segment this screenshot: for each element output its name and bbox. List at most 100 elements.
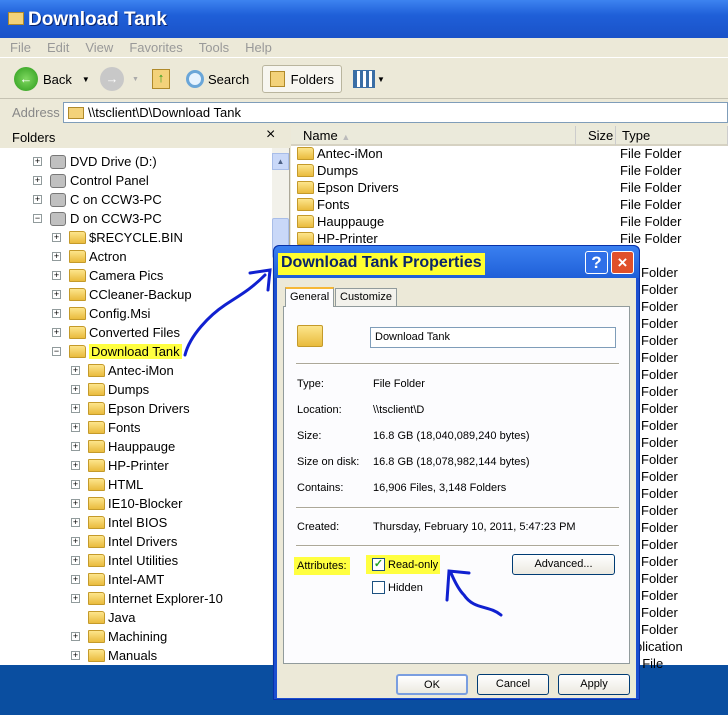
expand-icon[interactable]: + <box>52 290 61 299</box>
ok-button[interactable]: OK <box>396 674 468 695</box>
tree-item[interactable]: + Intel BIOS <box>71 513 167 532</box>
list-item[interactable]: Fonts File Folder <box>291 197 728 214</box>
expand-icon[interactable]: + <box>71 404 80 413</box>
expand-icon[interactable]: + <box>71 461 80 470</box>
back-button[interactable]: ← Back ▼ <box>14 65 90 93</box>
tree-item[interactable]: + Machining <box>71 627 167 646</box>
tree-item[interactable]: + Control Panel <box>33 171 149 190</box>
menu-help[interactable]: Help <box>235 38 278 55</box>
close-pane-icon[interactable]: × <box>266 126 275 144</box>
expand-icon[interactable]: + <box>71 575 80 584</box>
list-item[interactable]: Dumps File Folder <box>291 163 728 180</box>
list-item[interactable]: Epson Drivers File Folder <box>291 180 728 197</box>
tab-customize[interactable]: Customize <box>335 288 397 306</box>
menu-file[interactable]: File <box>0 38 37 55</box>
tree-item[interactable]: + Intel-AMT <box>71 570 164 589</box>
tree-item[interactable]: + Dumps <box>71 380 149 399</box>
expand-icon[interactable]: + <box>52 271 61 280</box>
column-name-label: Name <box>303 128 338 143</box>
expand-icon[interactable]: + <box>71 518 80 527</box>
hidden-label[interactable]: Hidden <box>388 582 423 594</box>
menu-favorites[interactable]: Favorites <box>119 38 188 55</box>
expand-icon[interactable]: + <box>71 366 80 375</box>
collapse-icon[interactable]: − <box>33 214 42 223</box>
address-input[interactable]: \\tsclient\D\Download Tank <box>63 102 728 123</box>
column-type[interactable]: Type <box>616 126 728 146</box>
tree-item[interactable]: + Fonts <box>71 418 141 437</box>
tree-item[interactable]: + Converted Files <box>52 323 180 342</box>
tree-item[interactable]: + DVD Drive (D:) <box>33 152 157 171</box>
expand-icon[interactable]: + <box>71 651 80 660</box>
expand-icon[interactable]: + <box>33 157 42 166</box>
expand-icon[interactable]: + <box>33 195 42 204</box>
menu-edit[interactable]: Edit <box>37 38 75 55</box>
tree-item[interactable]: + Intel Utilities <box>71 551 178 570</box>
expand-icon[interactable]: + <box>71 423 80 432</box>
tree-item[interactable]: + $RECYCLE.BIN <box>52 228 183 247</box>
list-item-name: Epson Drivers <box>297 180 399 195</box>
readonly-checkbox[interactable]: ✓ <box>372 558 385 571</box>
collapse-icon[interactable]: − <box>52 347 61 356</box>
expand-icon[interactable]: + <box>71 480 80 489</box>
column-name[interactable]: Name ▲ <box>291 126 576 146</box>
advanced-button[interactable]: Advanced... <box>512 554 615 575</box>
tree-item[interactable]: + Hauppauge <box>71 437 175 456</box>
tree-item[interactable]: + Actron <box>52 247 127 266</box>
help-button[interactable]: ? <box>585 251 608 274</box>
expand-icon[interactable]: + <box>71 594 80 603</box>
tab-general[interactable]: General <box>285 287 335 307</box>
expand-icon[interactable]: + <box>71 385 80 394</box>
tree-item[interactable]: + HTML <box>71 475 143 494</box>
forward-button[interactable]: → ▼ <box>100 65 139 93</box>
search-button[interactable]: Search <box>186 65 249 93</box>
tree-item[interactable]: + Manuals <box>71 646 157 665</box>
expand-icon[interactable]: + <box>52 252 61 261</box>
item-name: Hauppauge <box>317 214 385 229</box>
tree-item[interactable]: + Antec-iMon <box>71 361 174 380</box>
expand-icon[interactable]: + <box>71 537 80 546</box>
tree-item[interactable]: + Config.Msi <box>52 304 150 323</box>
up-folder-icon: ↑ <box>152 69 170 89</box>
tree-item[interactable]: + Intel Drivers <box>71 532 177 551</box>
tree-item-label: HTML <box>108 477 144 492</box>
tree-item[interactable]: + C on CCW3-PC <box>33 190 162 209</box>
tree-item[interactable]: + Camera Pics <box>52 266 163 285</box>
expand-icon[interactable]: + <box>52 233 61 242</box>
views-button[interactable]: ▼ <box>353 65 385 93</box>
expand-icon[interactable]: + <box>71 632 80 641</box>
menu-tools[interactable]: Tools <box>189 38 235 55</box>
tree-item[interactable]: − Download Tank <box>52 342 182 361</box>
menu-view[interactable]: View <box>75 38 119 55</box>
expand-icon[interactable]: + <box>71 442 80 451</box>
forward-dropdown-icon[interactable]: ▼ <box>132 76 139 83</box>
cancel-button[interactable]: Cancel <box>477 674 549 695</box>
scroll-up-button[interactable]: ▲ <box>272 153 289 170</box>
folders-button[interactable]: Folders <box>262 65 342 93</box>
close-button[interactable]: × <box>611 251 634 274</box>
tree-item[interactable]: + Internet Explorer-10 <box>71 589 223 608</box>
folder-icon <box>297 181 314 194</box>
tree-item[interactable]: + HP-Printer <box>71 456 169 475</box>
apply-button[interactable]: Apply <box>558 674 630 695</box>
up-folder-button[interactable]: ↑ <box>152 65 170 93</box>
list-item[interactable]: Antec-iMon File Folder <box>291 146 728 163</box>
expand-icon[interactable]: + <box>71 556 80 565</box>
expand-icon[interactable]: + <box>52 328 61 337</box>
expand-icon[interactable]: + <box>71 499 80 508</box>
separator <box>296 507 619 509</box>
folder-name-input[interactable]: Download Tank <box>370 327 616 348</box>
tree-item[interactable]: + IE10-Blocker <box>71 494 182 513</box>
column-size[interactable]: Size <box>576 126 616 146</box>
tree-item[interactable]: + Epson Drivers <box>71 399 190 418</box>
tree-item[interactable]: − D on CCW3-PC <box>33 209 162 228</box>
hidden-checkbox[interactable] <box>372 581 385 594</box>
expand-icon[interactable]: + <box>52 309 61 318</box>
tree-item-label: Download Tank <box>89 344 182 359</box>
back-dropdown-icon[interactable]: ▼ <box>82 75 90 84</box>
tree-item[interactable]: Java <box>71 608 135 627</box>
tree-item-label: C on CCW3-PC <box>70 192 162 207</box>
readonly-label[interactable]: Read-only <box>388 559 438 571</box>
list-item[interactable]: Hauppauge File Folder <box>291 214 728 231</box>
expand-icon[interactable]: + <box>33 176 42 185</box>
prop-label: Location: <box>297 404 342 416</box>
